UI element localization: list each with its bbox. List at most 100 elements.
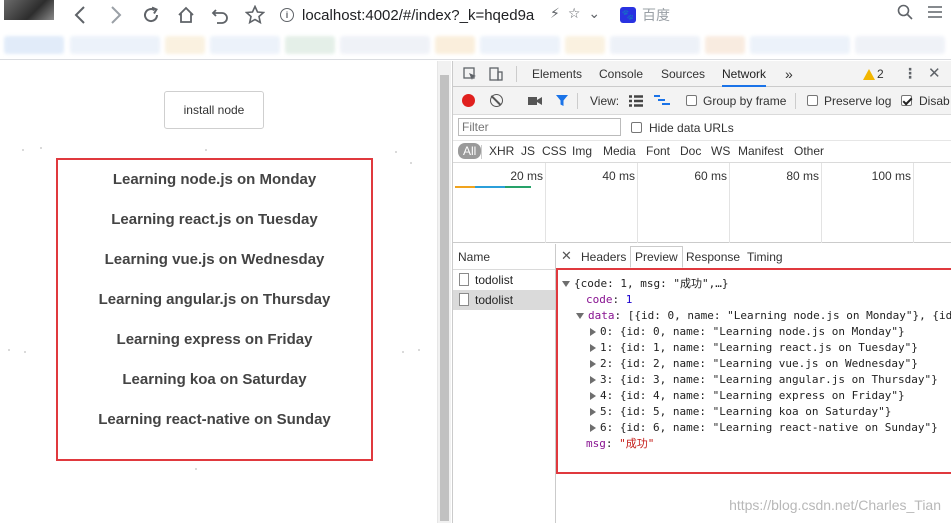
- filter-input[interactable]: [458, 118, 621, 136]
- address-actions: ⚡ ☆ ⌄: [550, 5, 600, 22]
- name-column-header[interactable]: Name: [453, 244, 555, 270]
- devtools-tab-bar: Elements Console Sources Network » 2 ⋮ ✕: [453, 61, 951, 87]
- tab-headers[interactable]: Headers: [581, 250, 626, 264]
- json-item-text: 3: {id: 3, name: "Learning angular.js on…: [600, 373, 938, 386]
- bookmark-star-icon[interactable]: [243, 3, 267, 27]
- dropdown-chevron-icon[interactable]: ⌄: [588, 5, 600, 22]
- request-row[interactable]: todolist: [453, 270, 555, 290]
- collapsed-triangle-icon[interactable]: [590, 392, 596, 400]
- close-detail-icon[interactable]: ✕: [561, 248, 572, 264]
- star-icon[interactable]: ☆: [568, 5, 581, 22]
- timeline-gridline: [821, 163, 822, 243]
- type-filter-css[interactable]: CSS: [542, 144, 567, 158]
- toolbar-divider: [795, 93, 796, 109]
- type-filter-other[interactable]: Other: [794, 144, 824, 158]
- close-devtools-icon[interactable]: ✕: [928, 64, 941, 82]
- more-tabs-icon[interactable]: »: [785, 61, 793, 87]
- baidu-paw-icon: 🐾: [620, 7, 636, 23]
- lightning-icon[interactable]: ⚡: [550, 5, 560, 22]
- timeline-tick: 20 ms: [510, 169, 543, 183]
- timeline-tick: 60 ms: [694, 169, 727, 183]
- type-filter-media[interactable]: Media: [603, 144, 636, 158]
- network-timeline[interactable]: 20 ms 40 ms 60 ms 80 ms 100 ms: [453, 163, 951, 243]
- collapsed-triangle-icon[interactable]: [590, 344, 596, 352]
- warning-icon: [863, 68, 875, 80]
- timeline-tick: 40 ms: [602, 169, 635, 183]
- tab-preview[interactable]: Preview: [630, 246, 683, 268]
- tab-response[interactable]: Response: [686, 250, 740, 264]
- home-icon[interactable]: [174, 3, 198, 27]
- document-icon: [459, 293, 469, 306]
- hide-data-urls-checkbox[interactable]: [631, 122, 642, 133]
- reload-icon[interactable]: [139, 3, 163, 27]
- json-root-row[interactable]: {code: 1, msg: "成功",…}: [562, 276, 951, 292]
- tab-sources[interactable]: Sources: [661, 61, 705, 87]
- filter-funnel-icon[interactable]: [555, 94, 569, 107]
- json-key: msg: [586, 437, 606, 450]
- kebab-menu-icon[interactable]: ⋮: [903, 65, 917, 82]
- tab-network[interactable]: Network: [722, 61, 767, 87]
- tab-console[interactable]: Console: [599, 61, 643, 87]
- collapsed-triangle-icon[interactable]: [590, 328, 596, 336]
- json-data-row[interactable]: data: [{id: 0, name: "Learning node.js o…: [562, 308, 951, 324]
- json-array-item[interactable]: 5: {id: 5, name: "Learning koa on Saturd…: [562, 404, 951, 420]
- tab-elements[interactable]: Elements: [532, 61, 582, 87]
- undo-icon[interactable]: [208, 3, 232, 27]
- large-rows-icon[interactable]: [629, 95, 643, 107]
- install-node-button[interactable]: install node: [164, 91, 264, 129]
- device-toggle-icon[interactable]: [489, 67, 503, 81]
- expanded-triangle-icon[interactable]: [562, 281, 570, 287]
- timeline-gridline: [729, 163, 730, 243]
- hide-data-urls-label: Hide data URLs: [649, 121, 734, 135]
- type-filter-xhr[interactable]: XHR: [489, 144, 514, 158]
- search-engine-box[interactable]: 🐾 百度: [620, 5, 670, 25]
- forward-icon[interactable]: [104, 3, 128, 27]
- collapsed-triangle-icon[interactable]: [590, 360, 596, 368]
- record-icon[interactable]: [462, 94, 475, 107]
- disable-cache-checkbox[interactable]: [901, 95, 912, 106]
- site-info-icon[interactable]: i: [280, 8, 294, 22]
- tab-timing[interactable]: Timing: [747, 250, 783, 264]
- type-filter-font[interactable]: Font: [646, 144, 670, 158]
- type-filter-all[interactable]: All: [458, 143, 482, 159]
- detail-tab-bar: ✕ Headers Preview Response Timing: [557, 244, 951, 270]
- json-array-item[interactable]: 1: {id: 1, name: "Learning react.js on T…: [562, 340, 951, 356]
- search-engine-label: 百度: [642, 7, 670, 23]
- expanded-triangle-icon[interactable]: [576, 313, 584, 319]
- json-array-item[interactable]: 6: {id: 6, name: "Learning react-native …: [562, 420, 951, 436]
- page-scrollbar[interactable]: [437, 61, 451, 523]
- clear-icon[interactable]: [490, 94, 503, 107]
- preserve-log-label: Preserve log: [824, 94, 892, 108]
- preserve-log-checkbox[interactable]: [807, 95, 818, 106]
- json-array-item[interactable]: 3: {id: 3, name: "Learning angular.js on…: [562, 372, 951, 388]
- collapsed-triangle-icon[interactable]: [590, 376, 596, 384]
- network-toolbar: View: Group by frame Preserve log Disab: [453, 87, 951, 115]
- todo-item: Learning koa on Saturday: [122, 371, 307, 388]
- inspect-element-icon[interactable]: [463, 67, 477, 81]
- json-array-item[interactable]: 2: {id: 2, name: "Learning vue.js on Wed…: [562, 356, 951, 372]
- warnings-count: 2: [877, 67, 884, 81]
- waterfall-overview-icon[interactable]: [654, 95, 670, 107]
- group-by-frame-checkbox[interactable]: [686, 95, 697, 106]
- type-filter-doc[interactable]: Doc: [680, 144, 701, 158]
- json-array-item[interactable]: 0: {id: 0, name: "Learning node.js on Mo…: [562, 324, 951, 340]
- toolbar-divider: [577, 93, 578, 109]
- type-filter-img[interactable]: Img: [572, 144, 592, 158]
- json-msg-row: msg: "成功": [586, 437, 655, 450]
- video-camera-icon[interactable]: [528, 96, 542, 106]
- warnings-badge[interactable]: 2: [863, 67, 884, 81]
- todo-item: Learning vue.js on Wednesday: [104, 251, 325, 268]
- menu-icon[interactable]: [927, 5, 943, 19]
- collapsed-triangle-icon[interactable]: [590, 424, 596, 432]
- collapsed-triangle-icon[interactable]: [590, 408, 596, 416]
- type-filter-manifest[interactable]: Manifest: [738, 144, 783, 158]
- type-filter-js[interactable]: JS: [521, 144, 535, 158]
- type-filter-ws[interactable]: WS: [711, 144, 730, 158]
- request-row[interactable]: todolist: [453, 290, 555, 310]
- address-bar[interactable]: i localhost:4002/#/index?_k=hqed9a: [280, 4, 534, 26]
- scrollbar-thumb[interactable]: [440, 75, 449, 521]
- profile-avatar[interactable]: [4, 0, 54, 20]
- back-icon[interactable]: [68, 3, 92, 27]
- search-icon[interactable]: [897, 4, 913, 20]
- json-array-item[interactable]: 4: {id: 4, name: "Learning express on Fr…: [562, 388, 951, 404]
